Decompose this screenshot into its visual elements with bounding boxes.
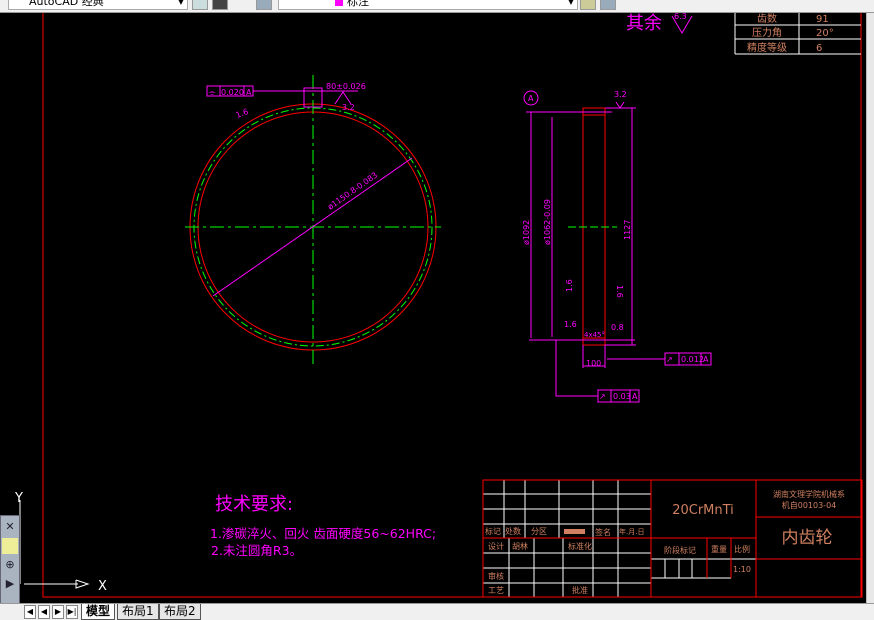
layer-manager-icon[interactable] <box>256 0 272 10</box>
layer-previous-icon[interactable] <box>580 0 596 10</box>
pressure-angle-value: 20° <box>816 28 834 39</box>
label-approve: 批准 <box>572 585 588 595</box>
symmetry-icon: ⌯ <box>209 88 216 97</box>
side-roughness-bottom-right: 0.8 <box>611 323 624 332</box>
designer-name: 胡林 <box>512 541 528 551</box>
label-check: 审核 <box>488 571 504 581</box>
accuracy-label: 精度等级 <box>747 41 787 54</box>
ucs-y-label: Y <box>14 491 23 506</box>
teeth-value: 91 <box>816 14 829 25</box>
pressure-angle-label: 压力角 <box>752 26 782 39</box>
drawing-border <box>42 13 862 598</box>
layer-dropdown[interactable]: 标注 ▼ <box>278 0 578 10</box>
label-sign: 签名 <box>595 527 611 537</box>
ucs-x-label: X <box>98 579 107 594</box>
scale-value: 1:10 <box>733 565 751 574</box>
next-tab-button[interactable]: ▶ <box>52 605 64 619</box>
first-tab-button[interactable]: ◀ <box>24 605 36 619</box>
part-name: 内齿轮 <box>782 528 833 548</box>
toolbar: AutoCAD 经典 ▼ 标注 ▼ <box>0 0 874 13</box>
side-roughness-top: 3.2 <box>614 90 627 99</box>
label-stage: 阶段标记 <box>664 545 696 555</box>
color-swatch <box>564 529 585 534</box>
workspace-settings-icon[interactable] <box>192 0 208 10</box>
side-roughness-right: 1.6 <box>615 285 624 298</box>
toolbar-icon[interactable] <box>212 0 228 10</box>
front-view: ⌯ 0.020 A 80±0.026 3.2 1.6 ø1150.8-0.083 <box>185 75 441 368</box>
roughness-left: 1.6 <box>235 107 250 120</box>
side-roughness-bottom-left: 1.6 <box>564 320 577 329</box>
label-weight: 重量 <box>711 544 727 554</box>
dim-height: 1127 <box>623 220 632 240</box>
last-tab-button[interactable]: ▶| <box>66 605 78 619</box>
roughness-top: 3.2 <box>342 103 355 112</box>
label-zone: 分区 <box>531 527 547 536</box>
layout-tabs: ◀ ◀ ▶ ▶| 模型 布局1 布局2 <box>0 603 874 620</box>
label-process: 工艺 <box>488 586 504 595</box>
diameter-dim: ø1150.8-0.083 <box>326 171 379 212</box>
tab-model[interactable]: 模型 <box>81 604 116 620</box>
tolerance-value: 0.020 <box>221 88 244 97</box>
material: 20CrMnTi <box>672 503 734 518</box>
layer-color-icon <box>335 0 343 6</box>
runout-icon: ↗ <box>599 392 606 401</box>
dim-inner-diameter: ø1062-0.09 <box>543 199 552 245</box>
keyway-dim: 80±0.026 <box>326 82 366 91</box>
side-roughness-left: 1.6 <box>565 279 574 292</box>
roughness-other-value: 6.3 <box>674 13 687 21</box>
width-dim: 100 <box>586 359 601 368</box>
organization: 湖南文理学院机械系 <box>773 489 845 499</box>
properties-icon[interactable] <box>2 538 18 554</box>
runout2-value: 0.03 <box>613 392 631 401</box>
close-icon[interactable]: ✕ <box>2 519 18 535</box>
teeth-label: 齿数 <box>757 13 777 25</box>
vertical-scrollbar[interactable] <box>866 13 874 603</box>
chamfer-dim: 4x45° <box>584 331 605 339</box>
design-center-icon[interactable]: ⊕ <box>2 557 18 573</box>
tolerance-datum: A <box>246 88 252 97</box>
accuracy-value: 6 <box>816 43 822 54</box>
drawing-canvas[interactable]: 齿数 91 压力角 20° 精度等级 6 其余 6.3 ⌯ 0.020 A 80… <box>0 12 866 603</box>
tech-requirements-title: 技术要求: <box>215 494 293 515</box>
runout1-datum: A <box>703 355 709 364</box>
tech-requirement-item: 1.渗碳淬火、回火 齿面硬度56~62HRC; <box>210 526 436 541</box>
tab-layout1[interactable]: 布局1 <box>117 604 159 620</box>
prev-tab-button[interactable]: ◀ <box>38 605 50 619</box>
ucs-icon <box>19 500 90 589</box>
runout-icon: ↗ <box>666 355 673 364</box>
label-count: 处数 <box>505 526 521 536</box>
dim-outer-diameter: ø1092 <box>522 220 531 245</box>
tab-layout2[interactable]: 布局2 <box>159 604 201 620</box>
label-mark: 标记 <box>485 526 501 536</box>
layer-states-icon[interactable] <box>600 0 616 10</box>
tech-requirement-item: 2.未注圆角R3。 <box>211 543 302 558</box>
label-standardization: 标准化 <box>568 541 592 551</box>
label-date: 年.月.日 <box>619 527 644 536</box>
drawing-number: 机自00103-04 <box>782 500 837 510</box>
runout2-datum: A <box>632 392 638 401</box>
drawing: 齿数 91 压力角 20° 精度等级 6 其余 6.3 ⌯ 0.020 A 80… <box>14 12 863 598</box>
label-scale: 比例 <box>734 544 750 554</box>
workspace-dropdown[interactable]: AutoCAD 经典 ▼ <box>8 0 188 10</box>
runout1-value: 0.012 <box>681 355 704 364</box>
datum-a-label: A <box>528 94 534 103</box>
tool-palette-icon[interactable]: ▶ <box>2 576 18 592</box>
roughness-other-label: 其余 <box>626 13 662 34</box>
label-design: 设计 <box>488 541 504 551</box>
